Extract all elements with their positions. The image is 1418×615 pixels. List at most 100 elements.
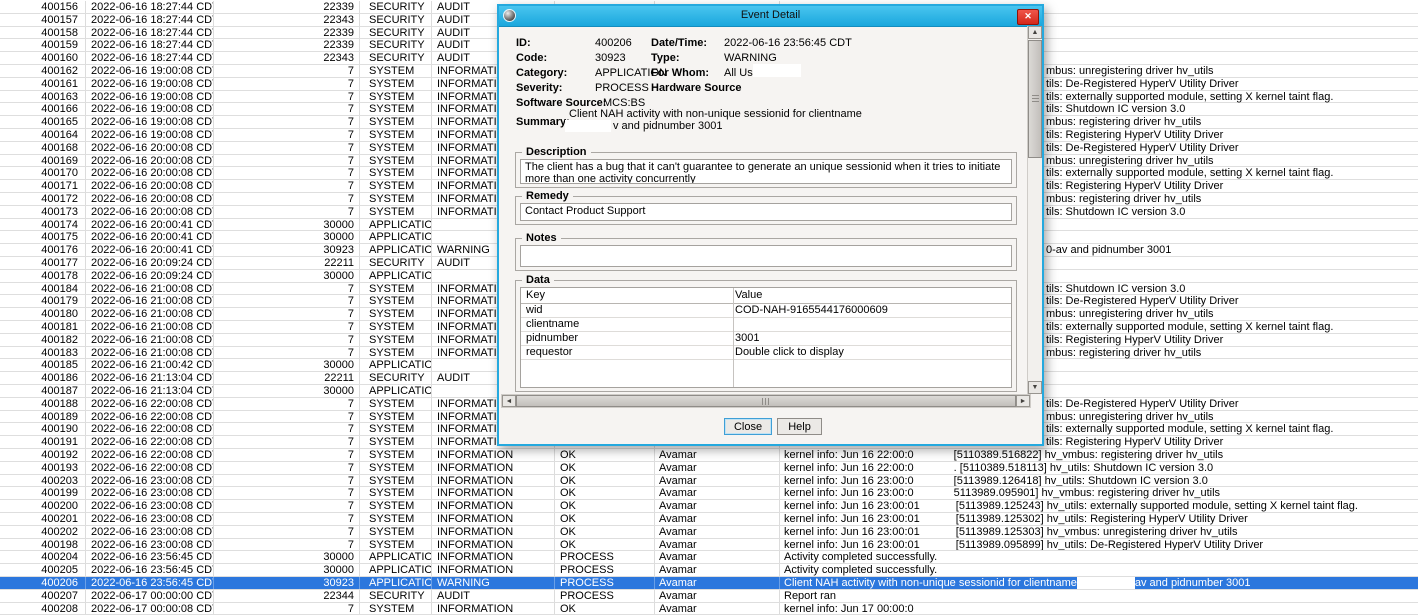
cell-category: SYSTEM xyxy=(360,347,432,359)
cell-datetime: 2022-06-16 22:00:08 CDT xyxy=(86,462,214,474)
dialog-vertical-scrollbar[interactable]: ▲ ▼ xyxy=(1027,26,1042,394)
summary-label: Summary: xyxy=(516,116,570,128)
cell-id: 400172 xyxy=(0,193,86,205)
cell-datetime: 2022-06-16 19:00:08 CDT xyxy=(86,65,214,77)
table-row[interactable]: 4002002022-06-16 23:00:08 CDT7SYSTEMINFO… xyxy=(0,500,1418,513)
summary-line1: Client NAH activity with non-unique sess… xyxy=(569,108,862,120)
cell-source: Avamar xyxy=(655,590,780,602)
cell-datetime: 2022-06-16 21:13:04 CDT xyxy=(86,372,214,384)
cell-source: Avamar xyxy=(655,551,780,563)
cell-id: 400173 xyxy=(0,206,86,218)
cell-category: SYSTEM xyxy=(360,155,432,167)
cell-datetime: 2022-06-16 20:00:08 CDT xyxy=(86,167,214,179)
cell-code: 7 xyxy=(214,487,360,499)
data-table-row[interactable]: clientname xyxy=(521,318,1011,332)
cell-code: 7 xyxy=(214,193,360,205)
table-row[interactable]: 4001982022-06-16 23:00:08 CDT7SYSTEMINFO… xyxy=(0,539,1418,552)
cell-id: 400203 xyxy=(0,475,86,487)
cell-datetime: 2022-06-16 22:00:08 CDT xyxy=(86,411,214,423)
table-row[interactable]: 4002012022-06-16 23:00:08 CDT7SYSTEMINFO… xyxy=(0,513,1418,526)
cell-id: 400159 xyxy=(0,39,86,51)
cell-category: APPLICATION xyxy=(360,564,432,576)
table-row[interactable]: 4002042022-06-16 23:56:45 CDT30000APPLIC… xyxy=(0,551,1418,564)
cell-id: 400169 xyxy=(0,155,86,167)
cell-category: SECURITY xyxy=(360,372,432,384)
table-row[interactable]: 4002032022-06-16 23:00:08 CDT7SYSTEMINFO… xyxy=(0,475,1418,488)
scroll-left-icon[interactable]: ◄ xyxy=(502,395,516,407)
close-icon[interactable]: ✕ xyxy=(1017,9,1039,25)
cell-datetime: 2022-06-16 21:00:08 CDT xyxy=(86,334,214,346)
table-row[interactable]: 4002072022-06-17 00:00:00 CDT22344SECURI… xyxy=(0,590,1418,603)
cell-category: SECURITY xyxy=(360,27,432,39)
description-group: Description The client has a bug that it… xyxy=(515,152,1017,188)
close-button[interactable]: Close xyxy=(724,418,772,435)
cell-source: Avamar xyxy=(655,513,780,525)
message-tail: mbus: unregistering driver hv_utils xyxy=(1046,155,1214,167)
cell-id: 400202 xyxy=(0,526,86,538)
dialog-titlebar[interactable]: Event Detail ✕ xyxy=(499,6,1042,27)
dialog-horizontal-scrollbar[interactable]: ◄ ► xyxy=(501,394,1031,408)
cell-code: 7 xyxy=(214,423,360,435)
cell-category: SYSTEM xyxy=(360,462,432,474)
cell-id: 400161 xyxy=(0,78,86,90)
cell-datetime: 2022-06-16 18:27:44 CDT xyxy=(86,14,214,26)
cell-category: SYSTEM xyxy=(360,321,432,333)
cell-status: OK xyxy=(555,539,655,551)
cell-category: SYSTEM xyxy=(360,103,432,115)
table-row[interactable]: 4002062022-06-16 23:56:45 CDT30923APPLIC… xyxy=(0,577,1418,590)
cell-datetime: 2022-06-16 21:00:08 CDT xyxy=(86,321,214,333)
data-table-row[interactable]: requestorDouble click to display xyxy=(521,346,1011,360)
help-button[interactable]: Help xyxy=(777,418,822,435)
message-tail: 0-av and pidnumber 3001 xyxy=(1046,244,1171,256)
cell-severity: INFORMATION xyxy=(432,539,555,551)
cell-severity: INFORMATION xyxy=(432,449,555,461)
cell-message: kernel info: Jun 16 23:00:0[5113989.1264… xyxy=(780,475,1418,487)
cell-id: 400158 xyxy=(0,27,86,39)
cell-status: PROCESS xyxy=(555,551,655,563)
cell-datetime: 2022-06-16 21:00:42 CDT xyxy=(86,359,214,371)
data-table: KeyValuewidCOD-NAH-9165544176000609clien… xyxy=(520,287,1012,388)
table-row[interactable]: 4002082022-06-17 00:00:08 CDT7SYSTEMINFO… xyxy=(0,603,1418,615)
cell-code: 7 xyxy=(214,449,360,461)
cell-datetime: 2022-06-16 19:00:08 CDT xyxy=(86,103,214,115)
cell-category: SYSTEM xyxy=(360,206,432,218)
cell-category: APPLICATION xyxy=(360,551,432,563)
cell-source: Avamar xyxy=(655,603,780,615)
cell-code: 22343 xyxy=(214,14,360,26)
cell-id: 400175 xyxy=(0,231,86,243)
cell-source: Avamar xyxy=(655,526,780,538)
summary-line2: v and pidnumber 3001 xyxy=(613,120,722,132)
cell-code: 7 xyxy=(214,206,360,218)
field-label: For Whom: xyxy=(651,67,709,79)
data-value: 3001 xyxy=(729,332,759,345)
scroll-up-icon[interactable]: ▲ xyxy=(1028,26,1042,39)
cell-code: 7 xyxy=(214,436,360,448)
scrollbar-thumb[interactable] xyxy=(516,395,1016,407)
cell-code: 30000 xyxy=(214,564,360,576)
field-label: Type: xyxy=(651,52,680,64)
cell-severity: INFORMATION xyxy=(432,487,555,499)
cell-code: 30000 xyxy=(214,270,360,282)
data-table-row[interactable]: pidnumber3001 xyxy=(521,332,1011,346)
scroll-right-icon[interactable]: ► xyxy=(1016,395,1030,407)
cell-datetime: 2022-06-16 23:00:08 CDT xyxy=(86,539,214,551)
cell-datetime: 2022-06-16 21:00:08 CDT xyxy=(86,295,214,307)
remedy-group: Remedy Contact Product Support xyxy=(515,196,1017,225)
cell-datetime: 2022-06-16 20:00:41 CDT xyxy=(86,219,214,231)
table-row[interactable]: 4001922022-06-16 22:00:08 CDT7SYSTEMINFO… xyxy=(0,449,1418,462)
scrollbar-thumb[interactable] xyxy=(1028,40,1042,158)
cell-datetime: 2022-06-16 20:00:41 CDT xyxy=(86,231,214,243)
table-row[interactable]: 4001992022-06-16 23:00:08 CDT7SYSTEMINFO… xyxy=(0,487,1418,500)
cell-category: SYSTEM xyxy=(360,423,432,435)
table-row[interactable]: 4001932022-06-16 22:00:08 CDT7SYSTEMINFO… xyxy=(0,462,1418,475)
cell-category: SYSTEM xyxy=(360,116,432,128)
cell-category: SECURITY xyxy=(360,1,432,13)
cell-category: SYSTEM xyxy=(360,91,432,103)
message-tail: mbus: unregistering driver hv_utils xyxy=(1046,308,1214,320)
data-table-row[interactable]: widCOD-NAH-9165544176000609 xyxy=(521,304,1011,318)
cell-code: 22339 xyxy=(214,27,360,39)
table-row[interactable]: 4002052022-06-16 23:56:45 CDT30000APPLIC… xyxy=(0,564,1418,577)
notes-input[interactable] xyxy=(520,245,1012,267)
scroll-down-icon[interactable]: ▼ xyxy=(1028,381,1042,394)
table-row[interactable]: 4002022022-06-16 23:00:08 CDT7SYSTEMINFO… xyxy=(0,526,1418,539)
